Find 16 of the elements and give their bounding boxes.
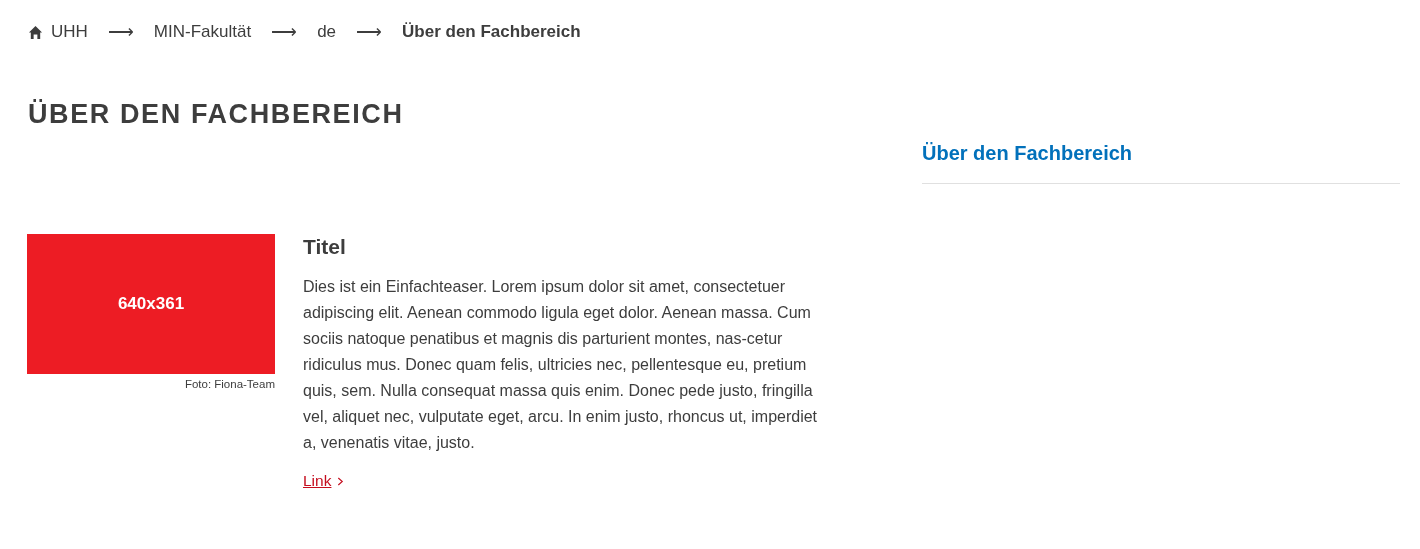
sidebar-link[interactable]: Über den Fachbereich <box>922 142 1400 184</box>
placeholder-label: 640x361 <box>117 294 185 314</box>
teaser-text: Dies ist ein Einfachteaser. Lorem ipsum dolor sit amet, consectetuer adipiscing elit. Aenean commodo ligula eget dolor. Aenean massa. Cum sociis natoque penatibus et magnis dis parturient montes, nas-cetur ridiculus mus. Donec quam felis, ultricies nec, pellentesque eu, pretium quis, sem. Nulla consequat massa quis enim. Donec pede justo, fringilla vel, aliquet nec, vulputate eget, arcu. In enim justo, rhoncus ut, imperdiet a, venenatis vitae, justo. <box>303 277 819 453</box>
image-caption: Foto: Fiona-Team <box>184 378 275 390</box>
page-title: ÜBER DEN FACHBEREICH <box>28 98 405 131</box>
chevron-icon <box>337 476 345 486</box>
breadcrumb-link[interactable]: MIN-Fakultät <box>153 22 252 42</box>
home-icon[interactable] <box>28 24 43 40</box>
breadcrumb-separator: ⟶ <box>107 21 134 43</box>
teaser-title: Titel <box>303 234 347 260</box>
teaser-link[interactable]: Link <box>303 472 332 490</box>
breadcrumb-separator: ⟶ <box>356 21 383 43</box>
breadcrumb-separator: ⟶ <box>271 21 298 43</box>
breadcrumb-link[interactable]: de <box>317 22 337 42</box>
breadcrumb-link[interactable]: UHH <box>51 22 88 42</box>
breadcrumb-link[interactable]: Über den Fachbereich <box>402 22 581 42</box>
